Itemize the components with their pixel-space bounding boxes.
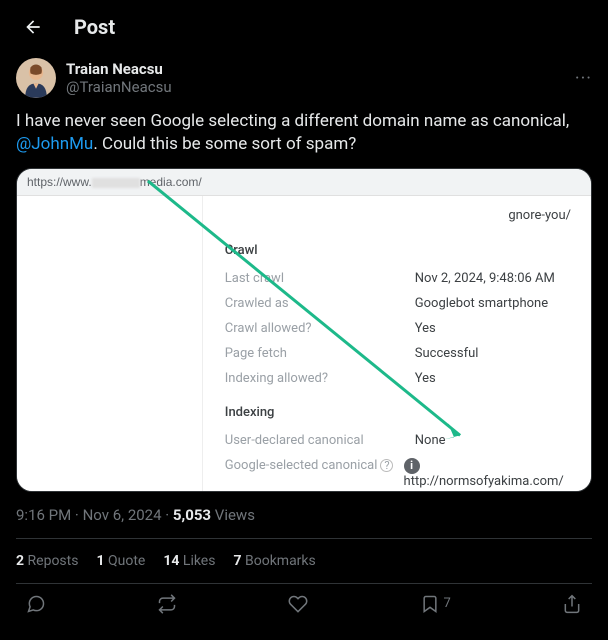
stat-bookmarks[interactable]: 7 Bookmarks	[233, 553, 315, 569]
gsc-panel: gnore-you/ Crawl Last crawlNov 2, 2024, …	[17, 196, 591, 492]
row-page-fetch: Page fetchSuccessful	[225, 341, 575, 366]
author-block[interactable]: Traian Neacsu @TraianNeacsu	[16, 58, 172, 98]
mention-link[interactable]: @JohnMu	[16, 134, 93, 154]
like-button[interactable]	[288, 594, 308, 614]
stat-likes[interactable]: 14 Likes	[163, 553, 215, 569]
section-indexing: Indexing	[225, 405, 575, 420]
gsc-details: gnore-you/ Crawl Last crawlNov 2, 2024, …	[203, 196, 591, 492]
post-date[interactable]: Nov 6, 2024	[83, 506, 162, 524]
post-meta: 9:16 PM · Nov 6, 2024 · 5,053 Views	[16, 492, 592, 538]
url-prefix: https://www.	[27, 175, 92, 189]
help-icon: ?	[380, 459, 393, 472]
views-count: 5,053	[173, 506, 211, 524]
post-text: I have never seen Google selecting a dif…	[16, 110, 592, 156]
author-name: Traian Neacsu	[66, 60, 172, 78]
share-button[interactable]	[562, 594, 582, 614]
row-crawl-allowed: Crawl allowed?Yes	[225, 316, 575, 341]
bookmark-button[interactable]: 7	[420, 594, 451, 614]
author-handle: @TraianNeacsu	[66, 78, 172, 96]
post-container: Traian Neacsu @TraianNeacsu ··· I have n…	[0, 54, 608, 614]
row-crawled-as: Crawled asGooglebot smartphone	[225, 291, 575, 316]
post-text-part2: . Could this be some sort of spam?	[93, 134, 356, 154]
views-label: Views	[215, 506, 255, 524]
action-bar: 7	[16, 584, 592, 614]
back-button[interactable]	[16, 10, 50, 44]
partial-url: gnore-you/	[225, 206, 575, 229]
page-title: Post	[74, 15, 115, 39]
stats-row: 2 Reposts 1 Quote 14 Likes 7 Bookmarks	[16, 538, 592, 584]
author-text: Traian Neacsu @TraianNeacsu	[66, 60, 172, 96]
row-indexing-allowed: Indexing allowed?Yes	[225, 366, 575, 391]
google-canonical-label: Google-selected canonical	[225, 458, 378, 473]
url-bar: https://www. media.com/	[17, 169, 591, 196]
post-head: Traian Neacsu @TraianNeacsu ···	[16, 58, 592, 98]
gsc-sidebar	[17, 196, 203, 492]
post-time[interactable]: 9:16 PM	[16, 506, 71, 524]
avatar[interactable]	[16, 58, 56, 98]
post-header: Post	[0, 0, 608, 54]
more-button[interactable]: ···	[575, 68, 592, 89]
row-last-crawl: Last crawlNov 2, 2024, 9:48:06 AM	[225, 266, 575, 291]
reply-button[interactable]	[26, 594, 46, 614]
url-redacted	[92, 178, 140, 188]
stat-reposts[interactable]: 2 Reposts	[16, 553, 78, 569]
bookmark-count: 7	[444, 596, 451, 611]
google-canonical-value: http://normsofyakima.com/	[404, 474, 564, 489]
row-google-canonical: Google-selected canonical? ihttp://norms…	[225, 453, 575, 492]
repost-button[interactable]	[157, 594, 177, 614]
section-crawl: Crawl	[225, 243, 575, 258]
stat-quotes[interactable]: 1 Quote	[96, 553, 145, 569]
url-suffix: media.com/	[140, 175, 202, 189]
embedded-screenshot[interactable]: https://www. media.com/ gnore-you/ Crawl …	[16, 168, 592, 492]
info-icon: i	[404, 458, 420, 474]
row-user-canonical: User-declared canonicalNone	[225, 428, 575, 453]
post-text-part1: I have never seen Google selecting a dif…	[16, 111, 569, 131]
